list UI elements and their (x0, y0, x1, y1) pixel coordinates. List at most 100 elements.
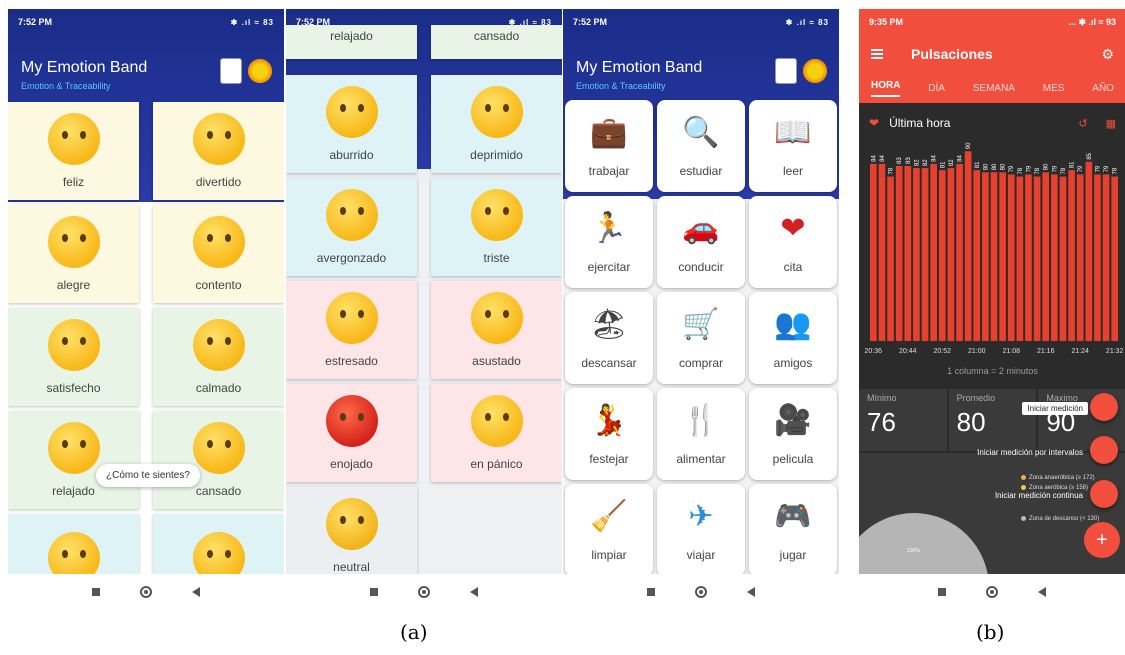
activity-label: pelicula (772, 452, 814, 466)
activity-label: amigos (773, 356, 813, 370)
emotion-tile-satisfecho[interactable]: satisfecho (8, 308, 139, 406)
emotion-tile-relajado[interactable]: relajado (286, 25, 417, 59)
emotion-label: deprimido (470, 148, 523, 162)
activity-card-festejar[interactable]: 💃 festejar (565, 388, 653, 480)
start-measurement-button[interactable] (1090, 393, 1118, 421)
activity-label: cita (783, 260, 803, 274)
activity-card-leer[interactable]: 📖 leer (749, 100, 837, 192)
emotion-tile-calmado[interactable]: calmado (153, 308, 284, 406)
bar-value-label: 80 (1001, 163, 1007, 170)
fab-label-interval: Iniciar medición por intervalos (977, 448, 1083, 457)
legend-item: Zona anaeróbica (≥ 172) (1021, 475, 1095, 481)
pie-percent-label: 100% (907, 548, 920, 554)
activity-card-pelicula[interactable]: 🎥 pelicula (749, 388, 837, 480)
recents-icon[interactable] (92, 587, 100, 596)
emotion-tile-relajado[interactable]: relajado (8, 411, 139, 509)
emotion-tile-alegre[interactable]: alegre (8, 205, 139, 303)
activity-card-viajar[interactable]: ✈ viajar (657, 484, 745, 574)
back-icon[interactable] (1038, 586, 1046, 597)
stat-average: Promedio 80 (948, 389, 1037, 451)
emotion-tile-partial[interactable] (8, 514, 139, 574)
bar-value-label: 78 (1035, 167, 1041, 174)
emotion-tile-aburrido[interactable]: aburrido (286, 75, 417, 173)
emotion-label: relajado (52, 484, 95, 498)
activity-card-ejercitar[interactable]: 🏃 ejercitar (565, 196, 653, 288)
status-icons: ✱ .ıl ≈ 83 (230, 17, 274, 27)
gear-icon[interactable]: ⚙ (1101, 46, 1114, 63)
home-icon[interactable] (986, 585, 998, 598)
emotion-tile-contento[interactable]: contento (153, 205, 284, 303)
activity-card-alimentar[interactable]: 🍴 alimentar (657, 388, 745, 480)
toast-message: ¿Cómo te sientes? (96, 464, 200, 487)
home-icon[interactable] (695, 585, 707, 598)
emotion-tile-estresado[interactable]: estresado (286, 281, 417, 379)
back-icon[interactable] (470, 586, 478, 597)
bar-value-label: 82 (923, 159, 929, 166)
zone-dot (1021, 516, 1026, 521)
emotion-grid: relajado cansado aburrido deprimido aver… (286, 25, 562, 574)
emotion-label: satisfecho (46, 381, 101, 395)
chart-bar (1059, 176, 1067, 341)
back-icon[interactable] (192, 586, 200, 597)
chart-title: Última hora (889, 116, 951, 130)
history-icon[interactable]: ↺ (1078, 117, 1087, 130)
interval-measurement-button[interactable] (1090, 436, 1118, 464)
emotion-tile-cansado[interactable]: cansado (153, 411, 284, 509)
home-icon[interactable] (140, 585, 152, 598)
activity-card-comprar[interactable]: 🛒 comprar (657, 292, 745, 384)
emotion-tile-cansado[interactable]: cansado (431, 25, 562, 59)
activity-card-cita[interactable]: ❤ cita (749, 196, 837, 288)
calendar-icon[interactable]: ▦ (1106, 117, 1116, 130)
emotion-tile-en-panico[interactable]: en pánico (431, 384, 562, 482)
app-bar: Pulsaciones ⚙ (859, 35, 1125, 73)
runner-icon: 🏃 (590, 211, 628, 245)
emotion-tile-triste[interactable]: triste (431, 178, 562, 276)
activity-card-conducir[interactable]: 🚗 conducir (657, 196, 745, 288)
tab-dia[interactable]: DÍA (928, 83, 945, 94)
activity-card-estudiar[interactable]: 🔍 estudiar (657, 100, 745, 192)
emotion-tile-divertido[interactable]: divertido (153, 102, 284, 200)
x-tick-label: 20:52 (934, 348, 952, 355)
neutral-face-icon (325, 498, 378, 550)
activity-card-trabajar[interactable]: 💼 trabajar (565, 100, 653, 192)
movie-camera-icon: 🎥 (774, 403, 812, 437)
activity-card-limpiar[interactable]: 🧹 limpiar (565, 484, 653, 574)
bar-value-label: 84 (871, 155, 877, 162)
emotion-tile-feliz[interactable]: feliz (8, 102, 139, 200)
x-tick-label: 21:32 (1106, 348, 1124, 355)
chart-bar (999, 172, 1006, 341)
weary-face-icon (192, 422, 245, 474)
emotion-tile-partial[interactable] (153, 514, 284, 574)
add-button[interactable]: + (1084, 522, 1120, 558)
phone-emotion-list-scrolled: 7:52 PM ✱ .ıl ≈ 83 relajado cansado abur… (286, 9, 562, 574)
activity-card-amigos[interactable]: 👥 amigos (749, 292, 837, 384)
home-icon[interactable] (418, 585, 430, 598)
menu-icon[interactable] (871, 49, 883, 59)
back-icon[interactable] (747, 586, 755, 597)
x-tick-label: 20:36 (865, 348, 883, 355)
activity-card-jugar[interactable]: 🎮 jugar (749, 484, 837, 574)
continuous-measurement-button[interactable] (1090, 480, 1118, 508)
x-tick-label: 21:24 (1071, 348, 1089, 355)
chart-bar (1025, 174, 1032, 341)
emotion-tile-avergonzado[interactable]: avergonzado (286, 178, 417, 276)
tab-hora[interactable]: HORA (871, 80, 901, 97)
recents-icon[interactable] (647, 587, 655, 596)
emotion-tile-asustado[interactable]: asustado (431, 281, 562, 379)
bar-value-label: 79 (1026, 165, 1032, 172)
recents-icon[interactable] (370, 587, 378, 596)
emotion-tile-enojado[interactable]: enojado (286, 384, 417, 482)
emotion-tile-deprimido[interactable]: deprimido (431, 75, 562, 173)
status-time: 7:52 PM (573, 17, 608, 27)
emotion-label: en pánico (470, 457, 523, 471)
emotion-tile-neutral[interactable]: neutral (286, 487, 417, 574)
chart-bar (895, 165, 903, 341)
chart-bar (870, 163, 877, 341)
tab-semana[interactable]: SEMANA (973, 83, 1015, 94)
activity-card-descansar[interactable]: 🏖 descansar (565, 292, 653, 384)
tab-ano[interactable]: AÑO (1092, 83, 1114, 94)
recents-icon[interactable] (938, 587, 946, 596)
chart-bar (1111, 176, 1118, 341)
university-seal-logo (775, 58, 797, 84)
tab-mes[interactable]: MES (1043, 83, 1065, 94)
